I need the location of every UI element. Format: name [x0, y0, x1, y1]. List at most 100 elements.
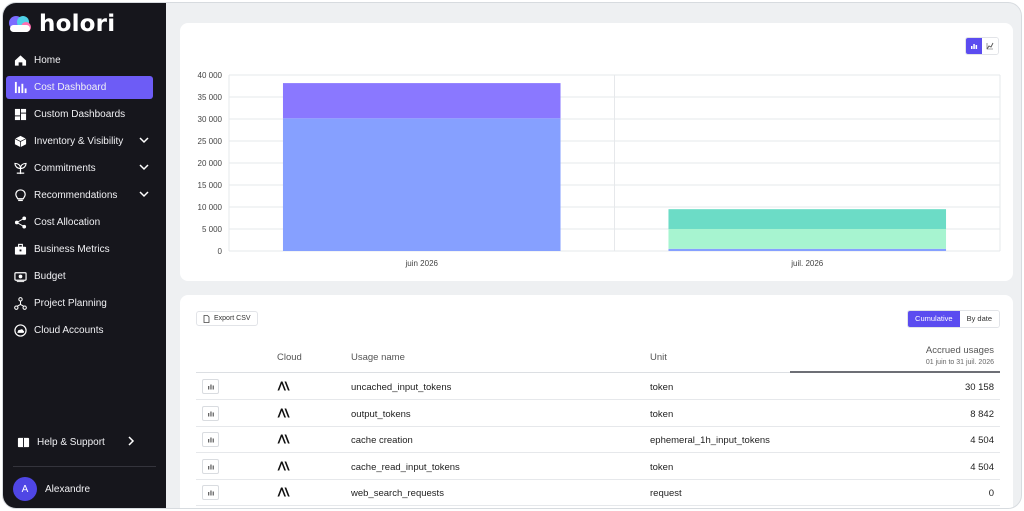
user-profile[interactable]: A Alexandre [13, 477, 90, 501]
avatar: A [13, 477, 37, 501]
sidebar-item-recommendations[interactable]: Recommendations [6, 184, 153, 207]
sidebar-item-label: Commitments [34, 163, 96, 174]
row-chart-button[interactable] [202, 485, 219, 500]
y-tick-label: 25 000 [198, 137, 223, 146]
book-icon [16, 436, 30, 450]
cloud-account-icon [13, 324, 27, 338]
brand-logo[interactable]: holori [7, 11, 116, 37]
sidebar-item-project-planning[interactable]: Project Planning [6, 292, 153, 315]
bar-chart-icon [207, 437, 214, 443]
column-header-accrued[interactable]: Accrued usages 01 juin to 31 juil. 2026 [926, 345, 994, 366]
usage-name-cell: uncached_input_tokens [351, 382, 452, 393]
accrued-label: Accrued usages [925, 345, 994, 356]
y-tick-label: 35 000 [198, 93, 223, 102]
y-tick-label: 15 000 [198, 181, 223, 190]
sidebar-item-cloud-accounts[interactable]: Cloud Accounts [6, 319, 153, 342]
table-row[interactable]: uncached_input_tokens token 30 158 [196, 374, 1000, 400]
bar-segment [282, 118, 561, 251]
cost-bar-chart: 0 5 000 10 000 15 000 20 000 25 000 30 000 35 0… [198, 71, 1001, 268]
sidebar-item-budget[interactable]: Budget [6, 265, 153, 288]
cumulative-button[interactable]: Cumulative [908, 311, 960, 327]
usage-name-cell: cache_read_input_tokens [351, 461, 460, 473]
accrued-value-cell: 30 158 [964, 382, 994, 393]
bar-chart-icon [13, 81, 27, 95]
sidebar-item-label: Custom Dashboards [34, 109, 126, 120]
unit-cell: token [650, 382, 674, 393]
holori-logo-icon [9, 16, 31, 32]
chevron-down-icon [139, 191, 149, 198]
anthropic-logo-icon [277, 408, 290, 417]
sidebar-item-label: Budget [34, 271, 66, 282]
sidebar-item-label: Business Metrics [34, 244, 110, 255]
column-header-usage-name[interactable]: Usage name [351, 352, 405, 363]
sidebar-item-commitments[interactable]: Commitments [6, 157, 153, 180]
bar-segment [282, 83, 561, 119]
by-date-button[interactable]: By date [959, 311, 999, 327]
bar-chart-icon [207, 464, 214, 469]
plant-icon [13, 162, 27, 176]
bar-chart-icon [207, 384, 214, 390]
bar-chart-icon [207, 411, 214, 416]
sidebar-item-inventory-visibility[interactable]: Inventory & Visibility [6, 130, 153, 153]
money-icon [13, 270, 27, 284]
bar-segment [668, 248, 947, 251]
sidebar-item-home[interactable]: Home [6, 49, 153, 72]
lightbulb-icon [13, 189, 27, 203]
date-range: 01 juin to 31 juil. 2026 [925, 359, 994, 366]
user-name: Alexandre [45, 483, 91, 495]
cube-icon [13, 135, 27, 149]
unit-cell: ephemeral_1h_input_tokens [650, 435, 770, 446]
anthropic-logo-icon [277, 461, 290, 470]
y-tick-label: 5 000 [202, 225, 223, 234]
accrued-value-cell: 0 [988, 488, 994, 499]
sort-indicator [790, 371, 1000, 373]
usage-name-cell: cache creation [351, 435, 413, 446]
export-csv-button[interactable]: Export CSV [196, 311, 258, 326]
chevron-down-icon [139, 137, 149, 144]
accrued-value-cell: 8 842 [970, 408, 994, 420]
row-chart-button[interactable] [202, 458, 219, 474]
accrued-value-cell: 4 504 [970, 435, 994, 446]
sidebar-item-cost-allocation[interactable]: Cost Allocation [6, 211, 153, 234]
briefcase-icon [13, 243, 27, 257]
table-row[interactable]: cache creation ephemeral_1h_input_tokens 4… [196, 427, 1000, 453]
share-icon [13, 216, 27, 230]
chevron-down-icon [139, 164, 149, 171]
sidebar-item-cost-dashboard[interactable]: Cost Dashboard [6, 76, 153, 99]
sidebar: holori Home Cost Dashboard Custom Dashboar… [3, 3, 166, 508]
table-row[interactable]: web_search_requests request 0 [196, 480, 1000, 506]
sidebar-item-business-metrics[interactable]: Business Metrics [6, 238, 153, 261]
unit-cell: request [650, 488, 682, 499]
sidebar-item-label: Cost Allocation [34, 217, 101, 228]
sidebar-item-custom-dashboards[interactable]: Custom Dashboards [6, 103, 153, 126]
row-chart-button[interactable] [202, 405, 219, 421]
column-header-unit[interactable]: Unit [650, 352, 667, 363]
anthropic-logo-icon [277, 434, 290, 444]
bar-segment [668, 228, 947, 249]
sidebar-item-label: Help & Support [37, 437, 105, 448]
table-row[interactable]: cache_read_input_tokens token 4 504 [196, 454, 1000, 480]
usage-table-card: Export CSV Cumulative By date Cloud Usag… [180, 295, 1013, 508]
sidebar-divider [13, 466, 156, 467]
file-icon [203, 314, 210, 323]
sidebar-item-label: Project Planning [34, 298, 107, 309]
table-header: Cloud Usage name Unit Accrued usages 01 … [196, 343, 1000, 373]
row-chart-button[interactable] [202, 432, 219, 447]
sidebar-item-help-support[interactable]: Help & Support [9, 431, 140, 454]
sidebar-nav: Home Cost Dashboard Custom Dashboards Inven… [3, 49, 166, 346]
brand-name: holori [39, 11, 116, 37]
home-icon [13, 54, 27, 68]
bar-segment [668, 209, 947, 229]
anthropic-logo-icon [277, 381, 290, 391]
table-row[interactable]: output_tokens token 8 842 [196, 401, 1000, 427]
usage-name-cell: output_tokens [351, 408, 411, 420]
column-header-cloud[interactable]: Cloud [277, 352, 302, 363]
y-tick-label: 40 000 [198, 71, 223, 80]
x-tick-label: juin 2026 [405, 259, 439, 268]
sidebar-item-label: Recommendations [34, 190, 118, 201]
unit-cell: token [650, 408, 674, 420]
app-frame: holori Home Cost Dashboard Custom Dashboar… [2, 2, 1022, 509]
chart-card: 0 5 000 10 000 15 000 20 000 25 000 30 000 35 0… [180, 23, 1013, 281]
row-chart-button[interactable] [202, 379, 219, 394]
view-mode-toggle: Cumulative By date [907, 310, 1000, 328]
